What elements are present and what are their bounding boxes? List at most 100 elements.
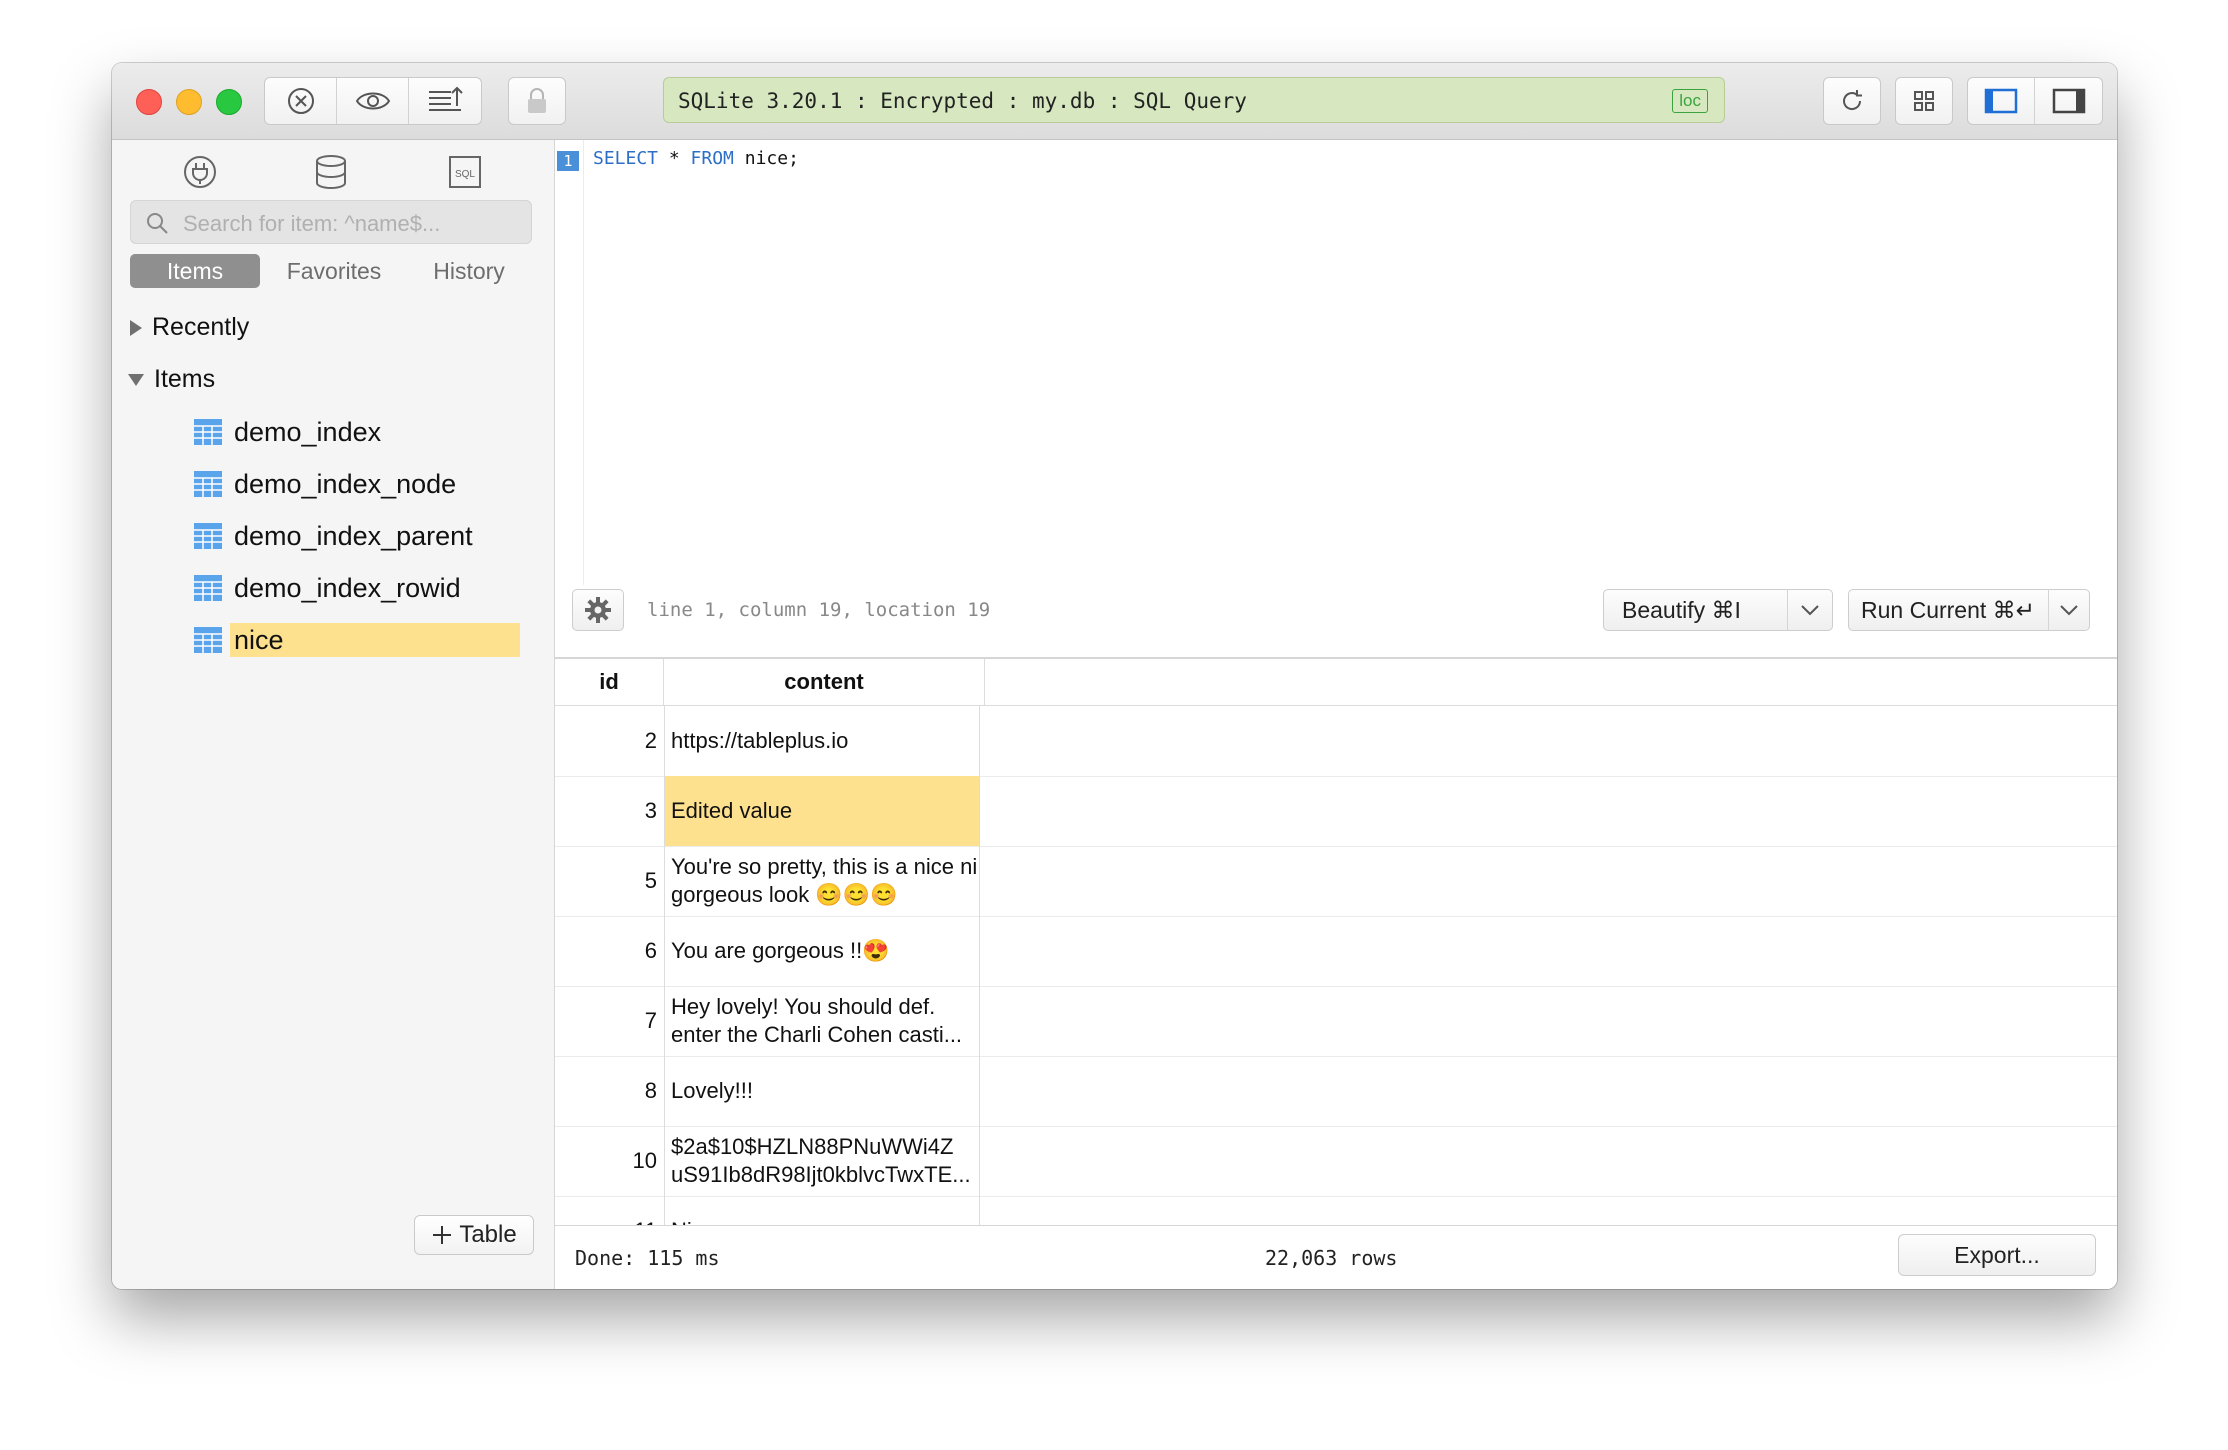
zoom-window-button[interactable] [216,89,242,115]
cell-id[interactable]: 3 [555,776,663,846]
cell-content[interactable]: https://tableplus.io [664,706,980,776]
cell-id[interactable]: 6 [555,916,663,986]
cell-id[interactable]: 2 [555,706,663,776]
right-panel-icon [2052,88,2085,114]
cell-content[interactable]: You're so pretty, this is a nice ni gorg… [664,846,980,916]
toolbar-segment-actions [264,77,482,125]
tab-history[interactable]: History [406,254,532,288]
sidebar-item-demo-index-parent[interactable]: demo_index_parent [194,519,520,553]
keyword-select: SELECT [593,148,659,169]
table-icon [194,523,222,549]
sidebar: SQL Search for item: ^name$... Items Fav… [112,140,555,1289]
add-table-label: Table [459,1221,517,1248]
table-icon [194,471,222,497]
cell-id[interactable]: 10 [555,1126,663,1196]
column-header-content[interactable]: content [664,659,985,705]
beautify-button[interactable]: Beautify ⌘I [1604,589,1788,631]
cell-id[interactable]: 11 [555,1196,663,1227]
table-name: demo_index_node [234,469,457,499]
table-icon [194,419,222,445]
cell-content[interactable]: Hey lovely! You should def. enter the Ch… [664,986,980,1056]
add-table-button[interactable]: Table [414,1215,534,1255]
table-row[interactable]: 5 You're so pretty, this is a nice ni go… [555,846,2117,917]
table-icon [194,575,222,601]
group-items[interactable]: Items [128,361,215,397]
beautify-button-group: Beautify ⌘I [1603,589,1833,631]
result-grid[interactable]: id content 2 https://tableplus.io 3 Edit… [555,657,2117,1227]
loc-badge[interactable]: loc [1672,89,1708,113]
chevron-down-icon [1801,605,1819,616]
cell-content-edited[interactable]: Edited value [664,776,980,846]
preview-button[interactable] [337,78,409,124]
search-icon [147,213,168,234]
table-row[interactable]: 3 Edited value [555,776,2117,847]
cell-content[interactable]: Ni [664,1196,980,1227]
connection-status-text: SQLite 3.20.1 : Encrypted : my.db : SQL … [678,89,1247,113]
toolbar: SQLite 3.20.1 : Encrypted : my.db : SQL … [112,63,2117,140]
sidebar-item-nice[interactable]: nice [194,623,520,657]
editor-settings-button[interactable] [572,589,624,631]
plus-icon [433,1226,452,1244]
run-button-group: Run Current ⌘↵ [1848,589,2090,631]
connection-status-bar: SQLite 3.20.1 : Encrypted : my.db : SQL … [663,77,1725,123]
table-name: demo_index [234,417,382,447]
table-name: demo_index_parent [234,521,473,551]
sidebar-item-demo-index[interactable]: demo_index [194,415,520,449]
sidebar-item-demo-index-rowid[interactable]: demo_index_rowid [194,571,520,605]
beautify-dropdown[interactable] [1788,604,1832,616]
table-token: nice; [733,148,799,169]
eye-icon [355,92,390,110]
group-label: Recently [152,313,250,341]
close-connection-button[interactable] [265,78,337,124]
minimize-window-button[interactable] [176,89,202,115]
query-text[interactable]: SELECT * FROM nice; [593,148,799,169]
tab-favorites[interactable]: Favorites [270,254,398,288]
table-row[interactable]: 10 $2a$10$HZLN88PNuWWi4Z uS91Ib8dR98Ijt0… [555,1126,2117,1197]
keyword-from: FROM [690,148,734,169]
table-icon [194,627,222,653]
export-button[interactable]: Export... [1898,1234,2096,1276]
tab-items[interactable]: Items [130,254,260,288]
sql-editor[interactable]: 1 SELECT * FROM nice; line 1, column 19,… [555,140,2117,645]
search-input[interactable]: Search for item: ^name$... [130,200,532,244]
lock-button[interactable] [508,77,566,125]
column-header-id[interactable]: id [555,659,664,705]
run-dropdown[interactable] [2049,604,2089,616]
cell-content[interactable]: Lovely!!! [664,1056,980,1126]
table-row[interactable]: 6 You are gorgeous !!😍 [555,916,2117,987]
table-row[interactable]: 2 https://tableplus.io [555,706,2117,777]
svg-text:SQL: SQL [455,169,475,180]
sql-file-icon[interactable]: SQL [448,154,482,195]
grid-icon [1914,91,1934,111]
layout-grid-button[interactable] [1895,77,1953,125]
run-current-button[interactable]: Run Current ⌘↵ [1849,589,2049,631]
grid-header: id content [555,659,2117,706]
cursor-position: line 1, column 19, location 19 [647,599,991,621]
editor-toolbar: line 1, column 19, location 19 Beautify … [555,581,2117,651]
table-row[interactable]: 8 Lovely!!! [555,1056,2117,1127]
status-bar: Done: 115 ms 22,063 rows Export... [555,1225,2117,1289]
chevron-down-icon [2060,605,2078,616]
cell-id[interactable]: 7 [555,986,663,1056]
toggle-left-panel-button[interactable] [1968,78,2035,124]
cell-id[interactable]: 5 [555,846,663,916]
left-panel-icon [1984,88,2018,114]
table-name: demo_index_rowid [234,573,461,603]
database-icon[interactable] [314,154,348,195]
cell-content[interactable]: You are gorgeous !!😍 [664,916,980,986]
cell-content[interactable]: $2a$10$HZLN88PNuWWi4Z uS91Ib8dR98Ijt0kbl… [664,1126,980,1196]
group-recently[interactable]: Recently [130,309,249,345]
commit-changes-button[interactable] [409,78,481,124]
refresh-button[interactable] [1823,77,1881,125]
sidebar-tabs: Items Favorites History [130,254,532,290]
group-label: Items [154,365,216,393]
toggle-right-panel-button[interactable] [2035,78,2102,124]
connection-plug-icon[interactable] [182,154,218,195]
star-token: * [658,148,691,169]
sidebar-mode-icons: SQL [112,154,554,198]
table-row[interactable]: 7 Hey lovely! You should def. enter the … [555,986,2117,1057]
close-window-button[interactable] [136,89,162,115]
table-row[interactable]: 11 Ni [555,1196,2117,1227]
cell-id[interactable]: 8 [555,1056,663,1126]
sidebar-item-demo-index-node[interactable]: demo_index_node [194,467,520,501]
